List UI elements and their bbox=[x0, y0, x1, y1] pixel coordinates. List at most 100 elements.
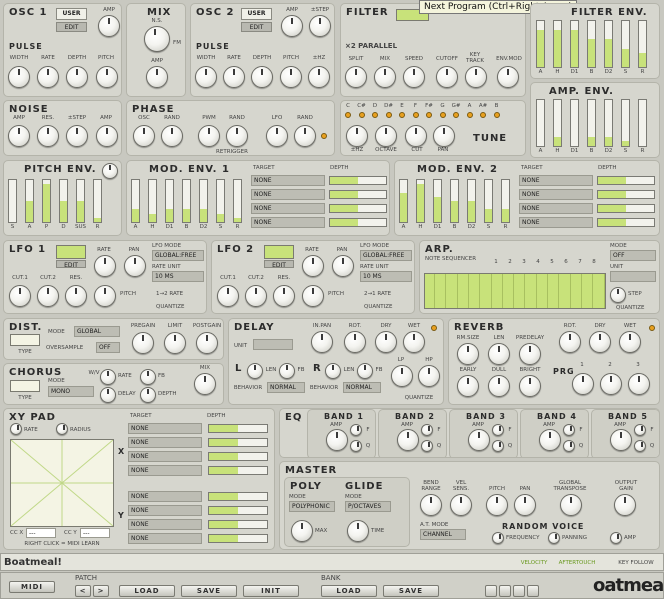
master-glide-mode-select[interactable]: P/OCTAVES bbox=[345, 501, 391, 512]
mod-env1-slider-d2[interactable] bbox=[199, 179, 208, 223]
amp-env-slider-s[interactable] bbox=[621, 99, 630, 147]
osc2-pitch-knob[interactable] bbox=[280, 66, 302, 88]
reverb-dull-knob[interactable] bbox=[488, 375, 510, 397]
lfo2-pan-knob[interactable] bbox=[332, 255, 354, 277]
eq-f-knob[interactable] bbox=[421, 424, 433, 436]
arp-step[interactable] bbox=[549, 274, 560, 308]
noise-amp2-knob[interactable] bbox=[96, 125, 118, 147]
amp-env-slider-d1[interactable] bbox=[570, 99, 579, 147]
mod-env2-slider-b[interactable] bbox=[450, 179, 459, 223]
xy-x-target-select[interactable]: NONE bbox=[128, 451, 202, 462]
patch-next-button[interactable]: > bbox=[93, 585, 109, 597]
tune-pan-knob[interactable] bbox=[433, 125, 455, 147]
filter-env-slider-d1[interactable] bbox=[570, 20, 579, 68]
osc2-width-knob[interactable] bbox=[195, 66, 217, 88]
xy-radius-knob[interactable] bbox=[56, 423, 68, 435]
eq-q-knob[interactable] bbox=[492, 440, 504, 452]
tune-octave-knob[interactable] bbox=[375, 125, 397, 147]
reverb-dry-knob[interactable] bbox=[589, 331, 611, 353]
phase-rand2-knob[interactable] bbox=[226, 125, 248, 147]
osc2-rate-knob[interactable] bbox=[223, 66, 245, 88]
dist-oversample-select[interactable]: OFF bbox=[96, 342, 120, 353]
master-panning-knob[interactable] bbox=[548, 532, 560, 544]
lfo1-pan-knob[interactable] bbox=[124, 255, 146, 277]
reverb-len-knob[interactable] bbox=[488, 343, 510, 365]
xy-x-target-select[interactable]: NONE bbox=[128, 423, 202, 434]
mod-env1-depth-bar[interactable] bbox=[329, 204, 387, 213]
about-button[interactable] bbox=[527, 585, 539, 597]
midi-button[interactable]: MIDI bbox=[9, 581, 55, 593]
bank-save-button[interactable]: SAVE bbox=[383, 585, 439, 597]
delay-hp-knob[interactable] bbox=[418, 365, 440, 387]
delay-wet-knob[interactable] bbox=[403, 331, 425, 353]
status-aftertouch[interactable]: AFTERTOUCH bbox=[557, 560, 597, 566]
delay-l-mode-select[interactable]: NORMAL bbox=[267, 382, 305, 393]
tune-note-led[interactable] bbox=[358, 112, 365, 118]
arp-step[interactable] bbox=[561, 274, 571, 308]
pitch-env-slider-r[interactable] bbox=[93, 179, 102, 223]
arp-quantize-label[interactable]: QUANTIZE bbox=[616, 305, 656, 311]
tune-note-led[interactable] bbox=[493, 112, 500, 118]
amp-env-slider-a[interactable] bbox=[536, 99, 545, 147]
tune-hz-knob[interactable] bbox=[346, 125, 368, 147]
arp-step[interactable] bbox=[448, 274, 458, 308]
arp-mode-select[interactable]: OFF bbox=[610, 250, 656, 261]
bank-load-button[interactable]: LOAD bbox=[321, 585, 377, 597]
noise-amp-knob[interactable] bbox=[8, 125, 30, 147]
phase-lfo-knob[interactable] bbox=[266, 125, 288, 147]
mod-env2-depth-bar[interactable] bbox=[597, 204, 655, 213]
filter-parallel-label[interactable]: ×2 PARALLEL bbox=[345, 42, 425, 50]
chorus-fb-knob[interactable] bbox=[140, 369, 156, 385]
chorus-label-0[interactable]: RATE bbox=[118, 373, 138, 379]
osc2-amp-knob[interactable] bbox=[281, 15, 303, 37]
lfo2-unit-select[interactable]: 10 MS bbox=[360, 271, 412, 282]
eq-q-knob[interactable] bbox=[350, 440, 362, 452]
amp-env-slider-d2[interactable] bbox=[604, 99, 613, 147]
eq-amp-knob[interactable] bbox=[397, 429, 419, 451]
xy-ccy-field[interactable]: --- bbox=[80, 528, 110, 538]
phase-osc-knob[interactable] bbox=[133, 125, 155, 147]
delay-inpan-knob[interactable] bbox=[311, 331, 333, 353]
master-vel-knob[interactable] bbox=[450, 494, 472, 516]
tune-note-led[interactable] bbox=[345, 112, 351, 118]
reverb-prg1-knob[interactable] bbox=[572, 373, 594, 395]
xy-x-target-select[interactable]: NONE bbox=[128, 437, 202, 448]
lfo2-rate-knob[interactable] bbox=[302, 255, 324, 277]
reverb-wet-knob[interactable] bbox=[619, 331, 641, 353]
lfo1-mode-select[interactable]: GLOBAL:FREE bbox=[152, 250, 204, 261]
arp-step[interactable] bbox=[436, 274, 447, 308]
delay-l-len-knob[interactable] bbox=[247, 363, 263, 379]
delay-r-fb-knob[interactable] bbox=[357, 363, 373, 379]
arp-step[interactable] bbox=[459, 274, 469, 308]
settings-button[interactable] bbox=[499, 585, 511, 597]
xy-x-depth-bar[interactable] bbox=[208, 438, 268, 447]
phase-led[interactable] bbox=[321, 133, 327, 139]
status-keyfollow[interactable]: KEY FOLLOW bbox=[611, 560, 661, 566]
eq-amp-knob[interactable] bbox=[326, 429, 348, 451]
chorus-label-2[interactable]: DELAY bbox=[118, 391, 142, 397]
filter-env-slider-s[interactable] bbox=[621, 20, 630, 68]
arp-step[interactable] bbox=[583, 274, 594, 308]
lfo1-cut2-knob[interactable] bbox=[37, 285, 59, 307]
tune-cut-knob[interactable] bbox=[405, 125, 427, 147]
mod-env2-target-select[interactable]: NONE bbox=[519, 203, 593, 214]
reverb-led[interactable] bbox=[649, 325, 655, 331]
master-pan-knob[interactable] bbox=[514, 494, 536, 516]
lfo1-edit-button[interactable]: EDIT bbox=[56, 260, 86, 269]
lfo2-quantize-label[interactable]: QUANTIZE bbox=[364, 304, 410, 310]
xy-x-depth-bar[interactable] bbox=[208, 424, 268, 433]
dist-mode-select[interactable]: GLOBAL bbox=[74, 326, 120, 337]
phase-rand3-knob[interactable] bbox=[294, 125, 316, 147]
mod-env1-depth-bar[interactable] bbox=[329, 190, 387, 199]
osc1-depth-knob[interactable] bbox=[66, 66, 88, 88]
lfo1-link-label[interactable]: 1→2 RATE bbox=[156, 291, 202, 297]
mod-env2-depth-bar[interactable] bbox=[597, 176, 655, 185]
mod-env2-target-select[interactable]: NONE bbox=[519, 175, 593, 186]
chorus-depth-knob[interactable] bbox=[140, 387, 156, 403]
filter-env-slider-r[interactable] bbox=[638, 20, 647, 68]
lfo1-unit-select[interactable]: 10 MS bbox=[152, 271, 204, 282]
mod-env2-target-select[interactable]: NONE bbox=[519, 217, 593, 228]
tune-note-led[interactable] bbox=[466, 112, 473, 118]
amp-env-slider-b[interactable] bbox=[587, 99, 596, 147]
arp-unit-select[interactable] bbox=[610, 271, 656, 282]
